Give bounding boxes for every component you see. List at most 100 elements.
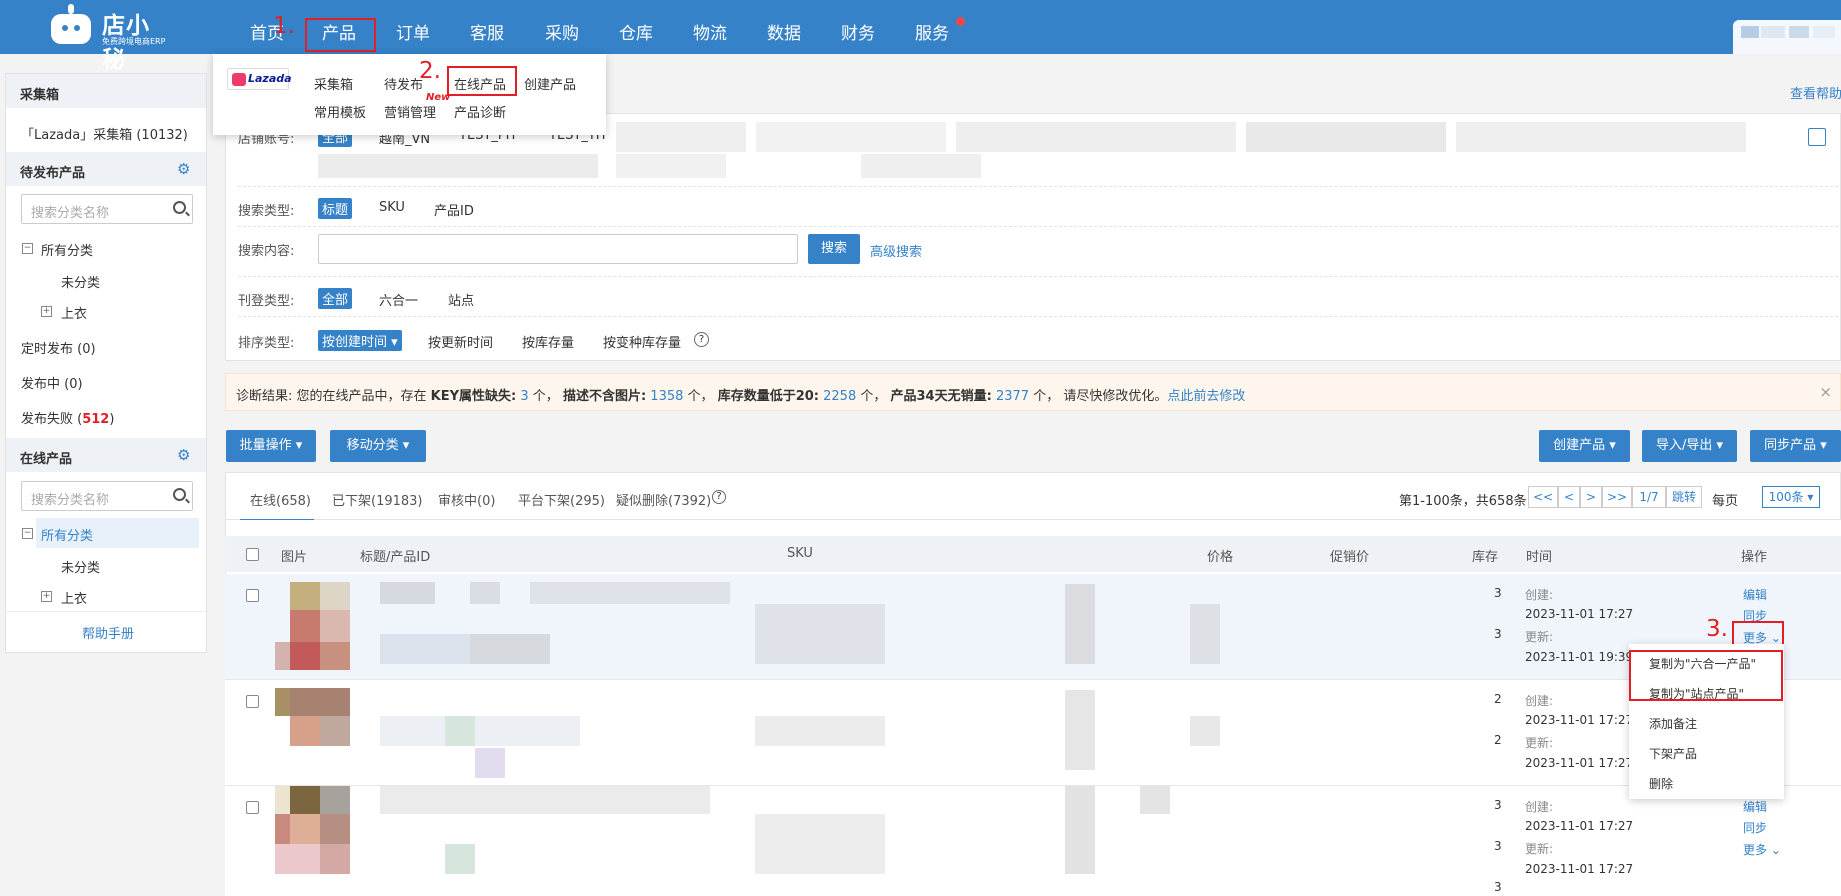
robot-icon	[48, 4, 94, 48]
table-header: 图片 标题/产品ID SKU 价格 促销价 库存 时间 操作	[225, 536, 1841, 572]
search-icon[interactable]	[173, 488, 186, 501]
scheduled-publish[interactable]: 定时发布 (0)	[21, 338, 96, 357]
online-tops[interactable]: 上衣	[61, 588, 87, 607]
tree-uncategorized[interactable]: 未分类	[61, 272, 100, 291]
created-time: 2023-11-01 17:27	[1525, 819, 1634, 833]
menu-diagnosis[interactable]: 产品诊断	[454, 102, 506, 121]
help-link[interactable]: 查看帮助	[1790, 83, 1841, 102]
lazada-collect-box[interactable]: 「Lazada」采集箱 (10132)	[21, 124, 188, 143]
online-uncategorized[interactable]: 未分类	[61, 557, 100, 576]
tab-online[interactable]: 在线(658)	[250, 490, 311, 509]
tree-all-categories[interactable]: 所有分类	[41, 240, 93, 259]
online-category-search[interactable]: 搜索分类名称	[21, 481, 193, 511]
updated-time: 2023-11-01 17:27	[1525, 862, 1634, 876]
category-search-input[interactable]: 搜索分类名称	[21, 194, 193, 224]
pager-next[interactable]: >	[1580, 486, 1602, 508]
search-content-input[interactable]	[318, 234, 798, 264]
brand-logo[interactable]: 店小秘 免费跨境电商ERP	[48, 2, 173, 73]
search-icon[interactable]	[173, 201, 186, 214]
search-type-sku[interactable]: SKU	[379, 200, 405, 215]
tab-delisted[interactable]: 已下架(19183)	[332, 490, 423, 509]
menu-delete[interactable]: 删除	[1649, 775, 1673, 792]
stock-value: 3	[1494, 627, 1502, 641]
search-type-title[interactable]: 标题	[318, 198, 353, 219]
edit-link[interactable]: 编辑	[1743, 586, 1767, 603]
status-tabs: 在线(658) 已下架(19183) 审核中(0) 平台下架(295) 疑似删除…	[225, 472, 1841, 521]
expand-icon[interactable]: +	[41, 306, 52, 317]
search-button[interactable]: 搜索	[808, 234, 860, 264]
sort-created[interactable]: 按创建时间 ▾	[318, 330, 402, 351]
create-product-button[interactable]: 创建产品 ▾	[1539, 430, 1630, 462]
help-icon[interactable]: ?	[694, 332, 709, 347]
sort-variant-stock[interactable]: 按变种库存量	[603, 332, 681, 351]
menu-templates[interactable]: 常用模板	[314, 102, 366, 121]
sync-link[interactable]: 同步	[1743, 819, 1767, 836]
sync-products-button[interactable]: 同步产品 ▾	[1750, 430, 1841, 462]
gear-icon[interactable]: ⚙	[177, 446, 190, 464]
search-type-id[interactable]: 产品ID	[434, 200, 474, 219]
user-area[interactable]	[1733, 20, 1841, 54]
nav-finance[interactable]: 财务	[841, 0, 875, 54]
row-checkbox[interactable]	[246, 589, 259, 602]
collapse-icon[interactable]: −	[22, 243, 33, 254]
created-time: 2023-11-01 17:27	[1525, 713, 1634, 727]
stock-value: 2	[1494, 733, 1502, 747]
tab-suspected-deleted[interactable]: 疑似删除(7392)	[616, 490, 711, 509]
import-export-button[interactable]: 导入/导出 ▾	[1642, 430, 1737, 462]
online-all-categories[interactable]: 所有分类	[41, 525, 93, 544]
help-icon[interactable]: ?	[712, 490, 726, 504]
pager-last[interactable]: >>	[1602, 486, 1632, 508]
gear-icon[interactable]: ⚙	[177, 160, 190, 178]
tree-tops[interactable]: 上衣	[61, 303, 87, 322]
edit-link[interactable]: 编辑	[1743, 798, 1767, 815]
sort-stock[interactable]: 按库存量	[522, 332, 574, 351]
row-checkbox[interactable]	[246, 801, 259, 814]
listing-six-in-one[interactable]: 六合一	[379, 290, 418, 309]
expand-icon[interactable]: +	[41, 591, 52, 602]
publishing[interactable]: 发布中 (0)	[21, 373, 83, 392]
table-row[interactable]: 3 3 创建: 2023-11-01 17:27 更新: 2023-11-01 …	[225, 574, 1841, 680]
pager-first[interactable]: <<	[1528, 486, 1558, 508]
select-all-checkbox[interactable]	[246, 548, 259, 561]
nav-warehouse[interactable]: 仓库	[619, 0, 653, 54]
menu-marketing[interactable]: 营销管理	[384, 102, 436, 121]
nav-logistics[interactable]: 物流	[693, 0, 727, 54]
updated-time: 2023-11-01 19:39	[1525, 650, 1634, 664]
pager-prev[interactable]: <	[1558, 486, 1580, 508]
nav-purchase[interactable]: 采购	[545, 0, 579, 54]
menu-pending[interactable]: 待发布	[384, 74, 423, 93]
listing-all[interactable]: 全部	[318, 288, 353, 309]
batch-actions-button[interactable]: 批量操作 ▾	[226, 430, 316, 462]
nav-orders[interactable]: 订单	[396, 0, 430, 54]
menu-add-note[interactable]: 添加备注	[1649, 715, 1697, 732]
nav-data[interactable]: 数据	[767, 0, 801, 54]
more-link[interactable]: 更多 ⌄	[1743, 841, 1781, 858]
table-row[interactable]: 3 3 3 创建: 2023-11-01 17:27 更新: 2023-11-0…	[225, 786, 1841, 896]
help-manual[interactable]: 帮助手册	[82, 623, 134, 642]
close-icon[interactable]: ×	[1819, 383, 1832, 401]
col-sku: SKU	[787, 546, 813, 561]
stock-value: 3	[1494, 880, 1502, 894]
tab-reviewing[interactable]: 审核中(0)	[438, 490, 495, 509]
listing-site[interactable]: 站点	[448, 290, 474, 309]
created-label: 创建:	[1525, 800, 1554, 814]
fix-link[interactable]: 点此前去修改	[1167, 389, 1245, 404]
sort-updated[interactable]: 按更新时间	[428, 332, 493, 351]
publish-failed[interactable]: 发布失败 (512)	[21, 408, 114, 427]
pager-jump[interactable]: 跳转	[1666, 486, 1702, 508]
collapse-filter-icon[interactable]	[1808, 128, 1826, 146]
menu-collect-box[interactable]: 采集箱	[314, 74, 353, 93]
lazada-logo[interactable]: Lazada	[227, 68, 292, 90]
col-time: 时间	[1526, 550, 1553, 565]
advanced-search-link[interactable]: 高级搜索	[870, 241, 922, 260]
row-checkbox[interactable]	[246, 695, 259, 708]
collapse-icon[interactable]: −	[22, 528, 33, 539]
nav-service[interactable]: 客服	[470, 0, 504, 54]
per-page-select[interactable]: 100条 ▾	[1762, 486, 1820, 508]
nav-services[interactable]: 服务	[915, 0, 949, 54]
table-row[interactable]: 2 2 创建: 2023-11-01 17:27 更新: 2023-11-01 …	[225, 680, 1841, 786]
menu-delist[interactable]: 下架产品	[1649, 745, 1697, 762]
tab-platform-delisted[interactable]: 平台下架(295)	[518, 490, 605, 509]
move-category-button[interactable]: 移动分类 ▾	[330, 430, 426, 462]
menu-create-product[interactable]: 创建产品	[524, 74, 576, 93]
